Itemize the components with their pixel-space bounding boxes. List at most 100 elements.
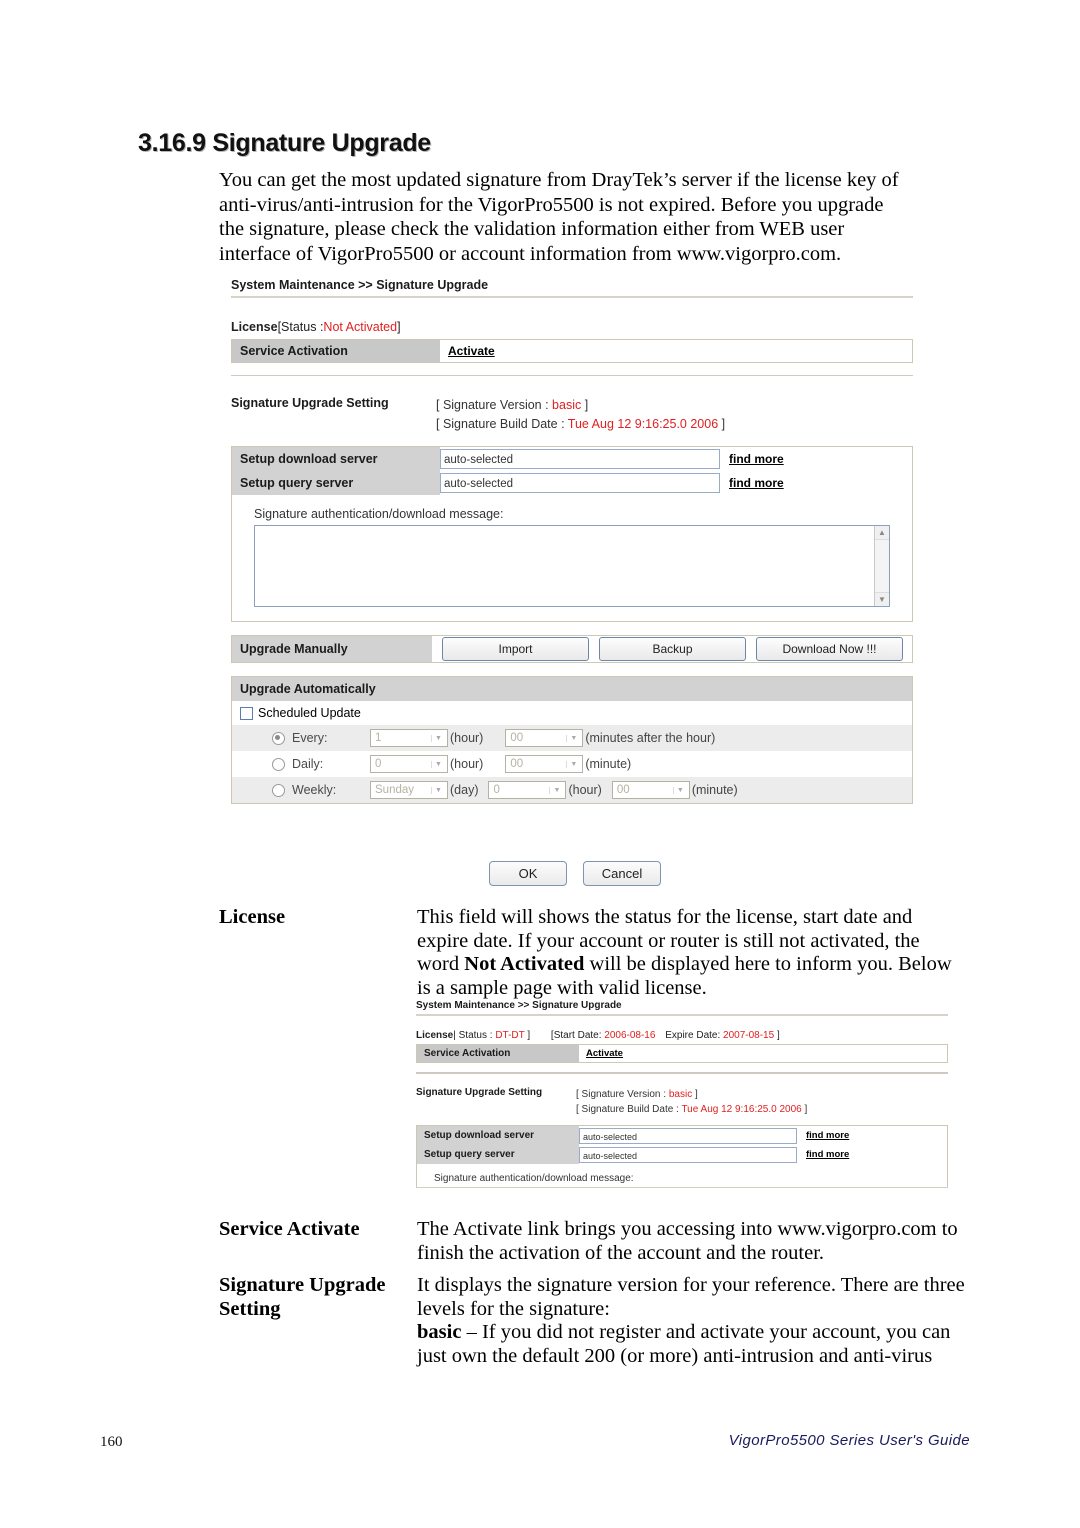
signature-upgrade-setting-block: Signature Upgrade Setting [ Signature Ve… [231,396,913,434]
signature-build-suffix: ] [718,417,726,431]
expire-date-label: Expire Date: [665,1030,724,1041]
chevron-down-icon: ▼ [549,786,563,794]
every-hour-select[interactable]: 1 ▼ [370,729,448,747]
signature-build-suffix: ] [801,1104,808,1115]
definition-license-term: License [219,906,286,928]
daily-minute-select[interactable]: 00 ▼ [505,755,584,773]
daily-hour-select[interactable]: 0 ▼ [370,755,448,773]
download-server-input[interactable]: auto-selected [579,1127,797,1144]
page-title: 3.16.9 Signature Upgrade [138,129,431,157]
document-page: 3.16.9 Signature Upgrade You can get the… [0,0,1080,1528]
query-server-input[interactable]: auto-selected [440,473,720,493]
activate-link[interactable]: Activate [586,1048,623,1059]
form-action-buttons: OK Cancel [489,861,661,886]
download-server-find-more-link[interactable]: find more [729,452,784,466]
signature-upgrade-setting-block: Signature Upgrade Setting [ Signature Ve… [416,1087,948,1117]
download-server-label: Setup download server [232,447,440,471]
weekly-day-value: Sunday [375,784,415,796]
download-server-label: Setup download server [417,1126,579,1145]
weekly-day-unit: (day) [450,783,479,797]
upgrade-automatically-label: Upgrade Automatically [232,677,912,701]
activate-link[interactable]: Activate [448,344,495,358]
download-server-find-more-link[interactable]: find more [806,1130,849,1141]
signature-build-prefix: [ Signature Build Date : [436,417,568,431]
import-button[interactable]: Import [442,637,589,661]
license-status-prefix: [Status : [277,320,324,334]
scheduled-update-label: Scheduled Update [258,706,361,720]
query-server-find-more-link[interactable]: find more [729,476,784,490]
every-minute-value: 00 [510,732,524,744]
weekly-hour-value: 0 [493,784,500,796]
query-server-row: Setup query server auto-selected find mo… [232,471,912,495]
weekly-minute-value: 00 [616,784,630,796]
sample-license-screenshot: System Maintenance >> Signature Upgrade … [416,1000,948,1205]
weekly-minute-select[interactable]: 00 ▼ [611,781,690,799]
daily-minute-value: 00 [510,758,524,770]
signature-upgrade-screenshot: System Maintenance >> Signature Upgrade … [231,278,913,804]
download-now-button[interactable]: Download Now !!! [756,637,903,661]
chevron-down-icon: ▼ [431,734,445,742]
license-label: License [416,1030,454,1041]
message-textarea[interactable]: ▲ ▼ [254,525,890,607]
cancel-button[interactable]: Cancel [583,861,661,886]
service-activation-label: Service Activation [417,1045,579,1062]
scroll-up-icon[interactable]: ▲ [875,526,889,540]
scrollbar[interactable]: ▲ ▼ [874,526,889,606]
license-status-line: License[Status :Not Activated] [231,320,913,334]
radio-every[interactable] [272,731,285,745]
signature-upgrade-setting-values: [ Signature Version : basic ] [ Signatur… [436,396,725,434]
chevron-down-icon: ▼ [431,760,445,768]
scroll-down-icon[interactable]: ▼ [875,592,889,606]
schedule-row-weekly-label: Weekly: [292,783,337,797]
scheduled-update-checkbox[interactable] [240,706,253,720]
weekly-hour-unit: (hour) [568,783,602,797]
message-label: Signature authentication/download messag… [254,507,504,521]
activate-cell: Activate [579,1045,947,1062]
service-activation-row: Service Activation Activate [232,340,912,362]
activate-cell: Activate [440,340,912,362]
radio-weekly[interactable] [272,783,285,797]
schedule-row-every: Every: 1 ▼ (hour) 00 ▼ (minutes after the … [232,725,912,751]
signature-upgrade-setting-label: Signature Upgrade Setting [231,396,389,410]
sus-desc-part1: It displays the signature version for yo… [417,1274,965,1320]
every-minute-select[interactable]: 00 ▼ [505,729,584,747]
schedule-row-every-label: Every: [292,731,328,745]
query-server-input[interactable]: auto-selected [579,1146,797,1163]
definition-service-activate-term: Service Activate [219,1218,360,1240]
ok-button[interactable]: OK [489,861,567,886]
definition-license-desc: This field will shows the status for the… [417,906,965,1000]
chevron-down-icon: ▼ [566,734,580,742]
daily-hour-value: 0 [375,758,382,770]
radio-daily[interactable] [272,757,285,771]
service-activation-row: Service Activation Activate [417,1045,947,1062]
signature-version-line: [ Signature Version : basic ] [576,1087,807,1102]
server-setup-panel: Setup download server auto-selected find… [231,446,913,622]
chevron-down-icon: ▼ [431,786,445,794]
schedule-row-daily: Daily: 0 ▼ (hour) 00 ▼ (minute) [232,751,912,777]
signature-version-suffix: ] [692,1089,698,1100]
every-hour-unit: (hour) [450,731,484,745]
upgrade-automatically-panel: Upgrade Automatically Scheduled Update E… [231,676,913,804]
weekly-hour-select[interactable]: 0 ▼ [488,781,567,799]
weekly-day-select[interactable]: Sunday ▼ [370,781,448,799]
download-server-input[interactable]: auto-selected [440,449,720,469]
sus-desc-bold: basic [417,1321,462,1343]
download-server-row: Setup download server auto-selected find… [232,447,912,471]
signature-build-value: Tue Aug 12 9:16:25.0 2006 [567,417,719,431]
definition-signature-upgrade-setting: Signature Upgrade Setting It displays th… [219,1274,965,1374]
schedule-row-daily-label: Daily: [292,757,324,771]
backup-button[interactable]: Backup [599,637,746,661]
every-hour-value: 1 [375,732,382,744]
download-server-row: Setup download server auto-selected find… [417,1126,947,1145]
server-setup-panel: Setup download server auto-selected find… [416,1125,948,1188]
query-server-find-more-link[interactable]: find more [806,1149,849,1160]
upgrade-manually-label: Upgrade Manually [232,636,432,662]
signature-upgrade-setting-values: [ Signature Version : basic ] [ Signatur… [576,1087,807,1117]
service-activation-panel: Service Activation Activate [416,1044,948,1063]
scheduled-update-row: Scheduled Update [232,701,912,725]
sus-desc-part2: – If you did not register and activate y… [417,1321,951,1367]
signature-version-prefix: [ Signature Version : [576,1089,669,1100]
daily-minute-unit: (minute) [585,757,632,771]
license-status-line: License| Status : DT-DT ] [Start Date: 2… [416,1030,948,1041]
term-line-2: Setting [219,1297,281,1320]
